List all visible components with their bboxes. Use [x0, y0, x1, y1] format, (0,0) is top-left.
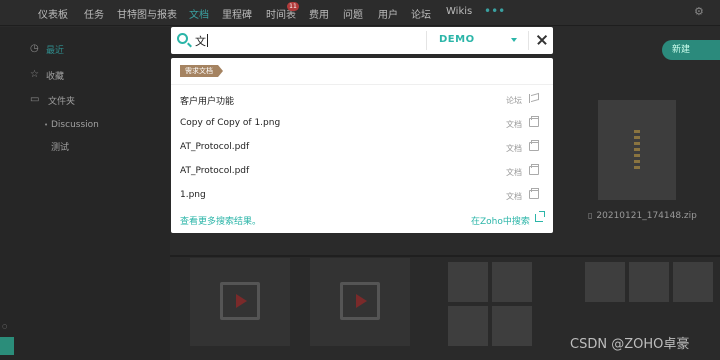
zip-file-name[interactable]: ▯ 20210121_174148.zip: [588, 211, 697, 221]
nav-wikis[interactable]: Wikis: [446, 6, 472, 17]
nav-gantt-reports[interactable]: 甘特图与报表: [117, 6, 177, 21]
portal-selector[interactable]: DEMO: [439, 34, 475, 45]
sidebar-item-label: 最近: [46, 46, 65, 56]
result-title: 客户用户功能: [180, 97, 235, 107]
zip-file-thumbnail[interactable]: [598, 100, 676, 200]
search-results-panel: 需求文档 客户用户功能 论坛 Copy of Copy of 1.png 文档 …: [171, 58, 553, 233]
documents-sidebar: ◷ 最近 ☆ 收藏 ▭ 文件夹 • Discussion 测试 ○: [0, 27, 170, 360]
zip-file-name-label: 20210121_174148.zip: [596, 211, 697, 221]
result-module: 文档: [506, 144, 522, 153]
nav-forums[interactable]: 论坛: [411, 6, 431, 21]
divider: [171, 84, 553, 85]
forum-icon: [529, 94, 539, 103]
text-caret: [207, 34, 208, 47]
result-module: 文档: [506, 192, 522, 201]
sidebar-item-label: 收藏: [46, 72, 65, 82]
sidebar-item-folders[interactable]: ▭ 文件夹: [30, 94, 75, 107]
result-title: AT_Protocol.pdf: [180, 142, 250, 152]
nav-more-icon[interactable]: •••: [484, 4, 505, 18]
video-thumbnail[interactable]: [310, 258, 410, 346]
document-thumbnail[interactable]: [492, 262, 532, 302]
result-title: 1.png: [180, 190, 206, 200]
more-results-link[interactable]: 查看更多搜索结果。: [180, 214, 261, 227]
play-icon: [356, 294, 367, 308]
nav-issues[interactable]: 问题: [343, 6, 363, 21]
sidebar-item-recent[interactable]: ◷ 最近: [30, 43, 64, 56]
grid-divider: [170, 255, 720, 257]
chevron-down-icon[interactable]: [511, 38, 517, 42]
nav-tasks[interactable]: 任务: [84, 6, 104, 21]
result-module: 文档: [506, 120, 522, 129]
search-result-item[interactable]: Copy of Copy of 1.png 文档: [171, 113, 553, 135]
sidebar-item-favorites[interactable]: ☆ 收藏: [30, 69, 64, 82]
nav-documents[interactable]: 文档: [189, 6, 209, 21]
document-thumbnail[interactable]: [448, 262, 488, 302]
search-input[interactable]: [195, 33, 375, 49]
result-module: 论坛: [506, 96, 522, 105]
document-thumbnail[interactable]: [629, 262, 669, 302]
sidebar-item-label: 测试: [51, 143, 70, 153]
document-thumbnail[interactable]: [448, 306, 488, 346]
document-icon: [529, 164, 539, 175]
search-result-item[interactable]: 客户用户功能 论坛: [171, 89, 553, 111]
timesheet-count-badge: 11: [287, 2, 299, 11]
search-result-item[interactable]: AT_Protocol.pdf 文档: [171, 137, 553, 159]
result-title: Copy of Copy of 1.png: [180, 118, 281, 128]
search-result-item[interactable]: 1.png 文档: [171, 185, 553, 207]
watermark: CSDN @ZOHO卓豪: [570, 337, 690, 352]
document-thumbnail[interactable]: [492, 306, 532, 346]
result-module: 文档: [506, 168, 522, 177]
search-result-item[interactable]: AT_Protocol.pdf 文档: [171, 161, 553, 183]
document-icon: [529, 188, 539, 199]
collapse-dot-icon: ○: [2, 323, 8, 330]
document-thumbnail[interactable]: [673, 262, 713, 302]
nav-milestones[interactable]: 里程碑: [222, 6, 252, 21]
file-icon: ▯: [588, 211, 593, 220]
document-icon: [529, 116, 539, 127]
top-navigation: 仪表板 任务 甘特图与报表 文档 里程碑 时间表 11 费用 问题 用户 论坛 …: [0, 0, 720, 26]
nav-expenses[interactable]: 费用: [309, 6, 329, 21]
play-icon: [236, 294, 247, 308]
result-title: AT_Protocol.pdf: [180, 166, 250, 176]
divider: [528, 31, 529, 50]
document-thumbnail[interactable]: [585, 262, 625, 302]
clock-icon: ◷: [30, 43, 39, 54]
nav-dashboard[interactable]: 仪表板: [38, 6, 68, 21]
category-tag[interactable]: 需求文档: [180, 65, 223, 77]
sidebar-handle[interactable]: [0, 337, 14, 355]
nav-users[interactable]: 用户: [378, 6, 398, 21]
sidebar-item-test[interactable]: 测试: [51, 140, 69, 153]
external-link-icon[interactable]: [535, 211, 545, 222]
sidebar-item-label: Discussion: [51, 120, 99, 130]
search-icon: [177, 33, 188, 44]
star-icon: ☆: [30, 69, 39, 80]
video-thumbnail[interactable]: [190, 258, 290, 346]
bullet-icon: •: [44, 121, 49, 129]
sidebar-item-label: 文件夹: [48, 97, 76, 107]
document-icon: [529, 140, 539, 151]
settings-gear-icon[interactable]: ⚙: [694, 5, 704, 18]
zip-icon: [634, 130, 640, 170]
global-search-bar: DEMO: [171, 27, 553, 54]
close-icon[interactable]: [533, 31, 551, 49]
search-in-zoho-link[interactable]: 在Zoho中搜索: [471, 214, 530, 227]
folder-icon: ▭: [30, 94, 40, 105]
new-button[interactable]: 新建: [662, 40, 720, 60]
sidebar-item-discussion[interactable]: • Discussion: [44, 120, 99, 130]
divider: [426, 31, 427, 50]
